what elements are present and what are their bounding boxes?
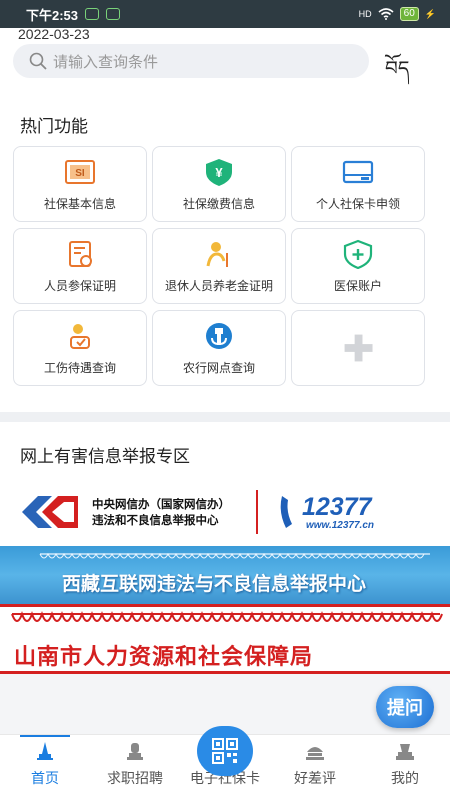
profile-icon xyxy=(396,744,414,760)
jobs-icon xyxy=(127,743,143,760)
phone-icon xyxy=(280,496,292,528)
notification-icon xyxy=(85,8,100,20)
elder-icon xyxy=(206,241,228,267)
signal-icon: HD xyxy=(358,9,372,19)
report-zone-title: 网上有害信息举报专区 xyxy=(20,447,190,467)
si-card-icon: SI xyxy=(65,159,95,184)
tile-add-function[interactable] xyxy=(291,310,425,386)
tile-medical-account[interactable]: 医保账户 xyxy=(291,228,425,304)
tile-injury-query[interactable]: 工伤待遇查询 xyxy=(13,310,147,386)
tile-pension-certificate[interactable]: 退休人员养老金证明 xyxy=(152,228,286,304)
hotline-number: 12377 xyxy=(302,492,372,521)
tibetan-script-graphic xyxy=(39,552,430,559)
tile-abc-branch-query[interactable]: 农行网点查询 xyxy=(152,310,286,386)
battery-icon: 60 xyxy=(399,7,419,21)
hot-functions-title: 热门功能 xyxy=(20,117,88,137)
hot-functions-grid: SI 社保基本信息 ¥ 社保缴费信息 个人社保卡申领 人员参保证明 退休人员养老… xyxy=(13,146,425,386)
add-icon xyxy=(344,334,373,362)
cac-report-banner[interactable]: 中央网信办（国家网信办） 违法和不良信息举报中心 12377 www.12377… xyxy=(0,478,450,546)
section-divider xyxy=(0,412,450,422)
tile-insurance-certificate[interactable]: 人员参保证明 xyxy=(13,228,147,304)
notification-icon xyxy=(106,8,121,20)
home-icon xyxy=(37,742,53,760)
shannan-hrss-banner[interactable]: 山南市人力资源和社会保障局 xyxy=(0,604,450,674)
tab-review[interactable]: 好差评 xyxy=(270,735,360,800)
certificate-icon xyxy=(69,240,92,267)
status-bar: 下午2:53 HD 60 ⚡ xyxy=(0,0,450,28)
cac-line1: 中央网信办（国家网信办） xyxy=(92,497,230,511)
tab-profile[interactable]: 我的 xyxy=(360,735,450,800)
injury-icon xyxy=(70,323,90,349)
hotline-site: www.12377.cn xyxy=(306,519,374,531)
medical-shield-icon xyxy=(343,239,373,269)
tile-social-security-info[interactable]: SI 社保基本信息 xyxy=(13,146,147,222)
banner-divider xyxy=(256,490,258,534)
svg-text:¥: ¥ xyxy=(215,165,223,180)
search-icon xyxy=(29,52,47,70)
card-icon xyxy=(342,160,374,183)
language-toggle-button[interactable]: བོད xyxy=(385,46,409,102)
tibet-report-text: 西藏互联网违法与不良信息举报中心 xyxy=(62,573,367,595)
qr-icon xyxy=(212,738,238,764)
current-date: 2022-03-23 xyxy=(18,26,90,42)
review-icon xyxy=(306,747,324,760)
tab-home[interactable]: 首页 xyxy=(0,735,90,800)
tab-jobs[interactable]: 求职招聘 xyxy=(90,735,180,800)
yuan-shield-icon: ¥ xyxy=(206,158,232,186)
tibet-report-banner[interactable]: 西藏互联网违法与不良信息举报中心 xyxy=(0,546,450,604)
shannan-hrss-text: 山南市人力资源和社会保障局 xyxy=(14,644,314,670)
search-placeholder: 请输入查询条件 xyxy=(53,52,159,71)
cac-logo-icon xyxy=(22,496,78,528)
e-social-card-button[interactable] xyxy=(197,726,253,776)
tile-contribution-info[interactable]: ¥ 社保缴费信息 xyxy=(152,146,286,222)
search-input[interactable]: 请输入查询条件 xyxy=(13,44,369,78)
ask-question-button[interactable]: 提问 xyxy=(376,686,434,728)
tile-card-application[interactable]: 个人社保卡申领 xyxy=(291,146,425,222)
tibetan-script-graphic xyxy=(11,611,443,622)
cac-line2: 违法和不良信息举报中心 xyxy=(92,513,219,527)
abc-bank-icon xyxy=(206,322,232,349)
svg-text:SI: SI xyxy=(75,168,85,179)
charging-icon: ⚡ xyxy=(424,8,436,19)
status-time: 下午2:53 xyxy=(26,7,79,23)
wifi-icon xyxy=(378,8,394,20)
